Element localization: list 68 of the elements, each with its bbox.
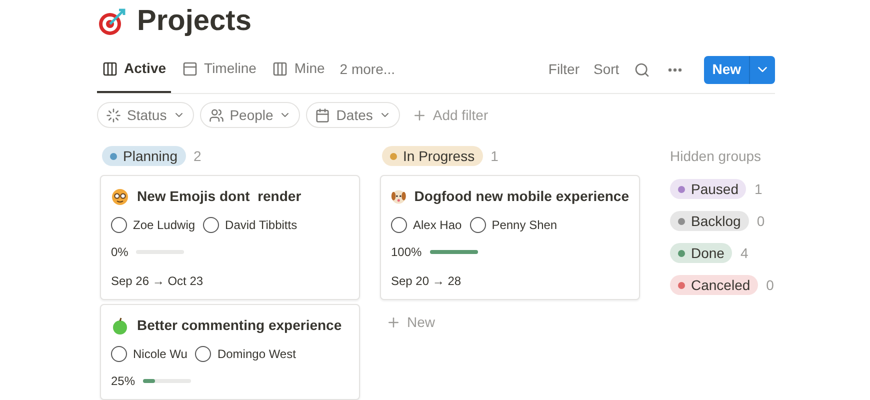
plus-icon [412,108,427,122]
date-range: Sep 26 → Oct 23 [111,273,204,290]
filter-chip[interactable]: Status [97,102,194,128]
avatar-icon [111,346,127,362]
status-tag[interactable]: Done [670,243,732,263]
board-icon [102,60,118,76]
group-count: 4 [740,244,748,262]
status-label: In Progress [403,146,475,166]
board-icon [272,60,288,76]
group-count: 0 [756,212,765,230]
view-tab[interactable]: Timeline [177,46,262,93]
avatar-icon [111,217,127,233]
progress-value: 25% [111,373,136,390]
person-name: Domingo West [217,346,296,363]
card-title: Dogfood new mobile experience [414,187,629,206]
more-views-link[interactable]: 2 more... [336,59,400,80]
timeline-icon [182,60,198,76]
status-tag[interactable]: In Progress [382,146,483,166]
person-name: Alex Hao [413,217,462,234]
filter-chip[interactable]: People [200,102,300,128]
add-filter-button[interactable]: Add filter [406,104,494,126]
spinner-icon [106,108,121,122]
status-label: Canceled [691,276,750,294]
apple-icon [111,316,129,334]
avatar-icon [195,346,212,362]
target-dart-icon [97,7,127,37]
status-label: Done [691,244,724,262]
view-tab[interactable]: Active [97,46,172,93]
calendar-icon [315,108,330,122]
project-card[interactable]: Better commenting experience Nicole Wu Domingo West 25% [100,304,360,400]
person-name: Nicole Wu [133,346,188,363]
status-tag[interactable]: Canceled [670,275,758,295]
status-tag[interactable]: Paused [670,179,746,199]
progress-value: 100% [391,244,422,261]
progress-value: 0% [111,244,128,261]
group-count: 0 [766,276,774,294]
nerd-face-icon [111,188,129,206]
dog-face-icon [391,188,406,206]
status-tag[interactable]: Backlog [670,211,749,231]
page-title: Projects [137,4,252,40]
people-icon [208,108,224,122]
sort-button[interactable]: Sort [588,59,624,80]
group-count: 1 [754,180,762,198]
status-label: Backlog [691,212,741,231]
group-count: 1 [490,146,498,166]
more-icon [668,68,682,72]
person-name: Penny Shen [492,217,558,234]
filter-chip[interactable]: Dates [306,102,400,128]
plus-icon [386,314,401,330]
project-card[interactable]: New Emojis dont render Zoe Ludwig David Tibbitts 0% Sep 26 → Oct 23 [100,175,360,300]
date-range: Sep 20 → 28 [391,273,462,290]
avatar-icon [470,217,486,233]
status-tag[interactable]: Planning [102,146,186,166]
search-icon [634,62,650,78]
status-label: Planning [123,146,178,166]
view-tab[interactable]: Mine [267,46,330,93]
project-card[interactable]: Dogfood new mobile experience Alex Hao Penny Shen 100% Sep 20 → 28 [380,175,640,300]
avatar-icon [203,217,220,233]
new-card-button[interactable]: New [380,310,442,334]
card-title: Better commenting experience [137,316,342,335]
card-title: New Emojis dont render [137,187,302,206]
person-name: David Tibbitts [225,217,298,234]
status-label: Paused [691,180,738,198]
avatar-icon [391,217,407,233]
hidden-groups-heading: Hidden groups [670,147,762,166]
filter-button[interactable]: Filter [543,59,585,80]
group-count: 2 [194,146,202,166]
person-name: Zoe Ludwig [133,217,196,234]
